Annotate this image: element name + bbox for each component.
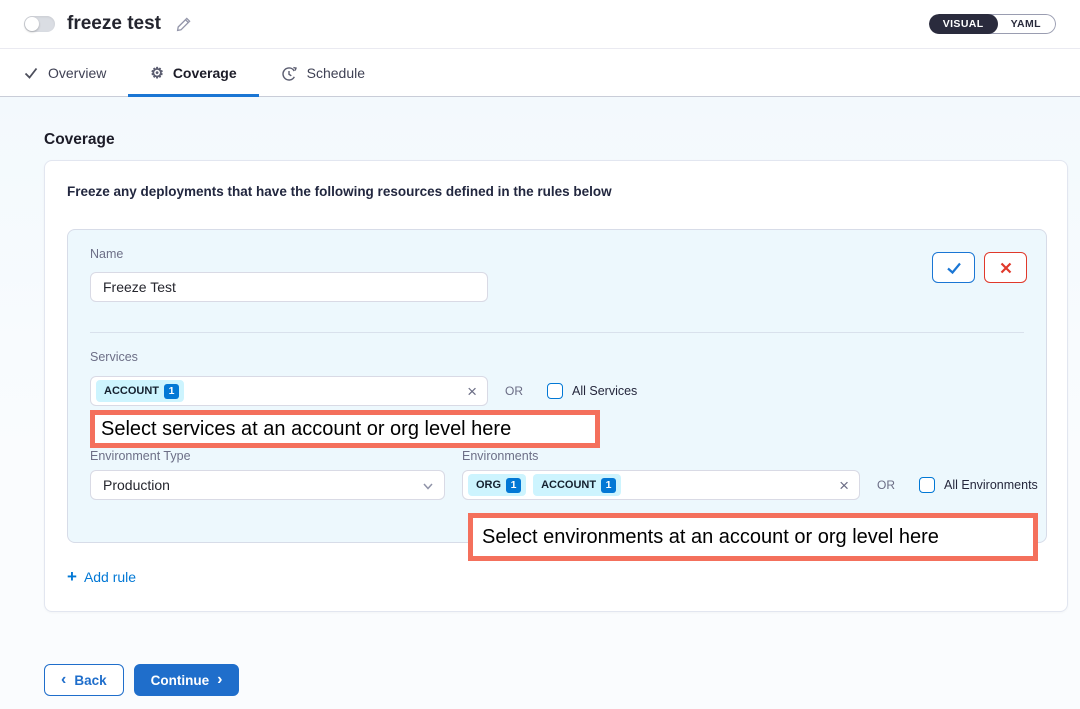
chevron-right-icon: ›	[217, 672, 222, 688]
all-services-checkbox[interactable]	[547, 383, 563, 399]
freeze-title: freeze test	[67, 13, 161, 35]
wizard-tabs: Overview ⚙ Coverage Schedule	[0, 50, 1080, 97]
edit-name-icon[interactable]	[175, 15, 193, 33]
delete-rule-button[interactable]	[984, 252, 1027, 283]
tag-scope: ACCOUNT	[104, 385, 159, 397]
environments-row: ORG 1 ACCOUNT 1 × OR All Environments	[462, 470, 1038, 500]
services-tag-account[interactable]: ACCOUNT 1	[96, 380, 184, 402]
freeze-rule-panel: Name Freeze Test Services	[67, 229, 1047, 543]
environments-tag-account[interactable]: ACCOUNT 1	[533, 474, 621, 496]
page-title: Coverage	[44, 131, 115, 149]
services-label: Services	[90, 350, 138, 364]
toggle-knob	[25, 17, 39, 31]
tab-coverage-label: Coverage	[173, 65, 237, 81]
yaml-mode-button[interactable]: YAML	[988, 14, 1056, 34]
environments-label: Environments	[462, 449, 538, 463]
environments-tag-org[interactable]: ORG 1	[468, 474, 526, 496]
name-label: Name	[90, 247, 123, 261]
tag-scope: ACCOUNT	[541, 479, 596, 491]
coverage-card: Freeze any deployments that have the fol…	[44, 160, 1068, 612]
tag-scope: ORG	[476, 479, 501, 491]
tab-schedule[interactable]: Schedule	[259, 50, 387, 96]
cancel-x-icon	[999, 261, 1013, 275]
page-header: freeze test VISUAL YAML	[0, 0, 1080, 49]
continue-label: Continue	[151, 673, 210, 688]
services-annotation: Select services at an account or org lev…	[90, 410, 600, 448]
plus-icon: +	[67, 568, 77, 585]
continue-button[interactable]: Continue ›	[134, 664, 240, 696]
environments-multiselect[interactable]: ORG 1 ACCOUNT 1 ×	[462, 470, 860, 500]
services-row: ACCOUNT 1 × OR All Services	[90, 376, 637, 406]
chevron-left-icon: ‹	[61, 672, 66, 688]
all-environments-checkbox[interactable]	[919, 477, 935, 493]
rule-name-input[interactable]: Freeze Test	[90, 272, 488, 302]
services-multiselect[interactable]: ACCOUNT 1 ×	[90, 376, 488, 406]
services-or-label: OR	[505, 384, 523, 398]
add-rule-label: Add rule	[84, 569, 136, 585]
check-icon	[23, 65, 39, 81]
environments-clear-icon[interactable]: ×	[839, 477, 849, 494]
gear-icon: ⚙	[150, 66, 163, 81]
all-environments-label: All Environments	[944, 478, 1038, 492]
coverage-page: Coverage Freeze any deployments that hav…	[0, 97, 1080, 709]
tag-count-badge: 1	[164, 384, 179, 399]
tag-count-badge: 1	[601, 478, 616, 493]
visual-yaml-toggle: VISUAL YAML	[929, 14, 1056, 34]
environment-type-value: Production	[103, 477, 170, 493]
services-clear-icon[interactable]: ×	[467, 383, 477, 400]
back-label: Back	[74, 673, 106, 688]
freeze-enabled-toggle[interactable]	[24, 16, 55, 32]
tab-schedule-label: Schedule	[307, 65, 365, 81]
confirm-rule-button[interactable]	[932, 252, 975, 283]
tab-coverage[interactable]: ⚙ Coverage	[128, 50, 258, 96]
back-button[interactable]: ‹ Back	[44, 664, 124, 696]
tab-overview-label: Overview	[48, 65, 106, 81]
tab-overview[interactable]: Overview	[1, 50, 128, 96]
rule-divider	[90, 332, 1024, 333]
rule-actions	[932, 252, 1027, 283]
add-rule-button[interactable]: + Add rule	[67, 568, 136, 585]
rule-name-value: Freeze Test	[103, 279, 176, 295]
schedule-clock-icon	[281, 65, 298, 82]
visual-mode-button[interactable]: VISUAL	[929, 14, 998, 34]
environment-type-label: Environment Type	[90, 449, 191, 463]
environments-annotation: Select environments at an account or org…	[468, 513, 1038, 561]
environments-or-label: OR	[877, 478, 895, 492]
tag-count-badge: 1	[506, 478, 521, 493]
wizard-footer: ‹ Back Continue ›	[44, 664, 239, 696]
environment-type-select[interactable]: Production	[90, 470, 445, 500]
chevron-down-icon	[422, 480, 434, 492]
all-services-label: All Services	[572, 384, 637, 398]
confirm-check-icon	[945, 260, 963, 276]
coverage-description: Freeze any deployments that have the fol…	[67, 184, 612, 199]
